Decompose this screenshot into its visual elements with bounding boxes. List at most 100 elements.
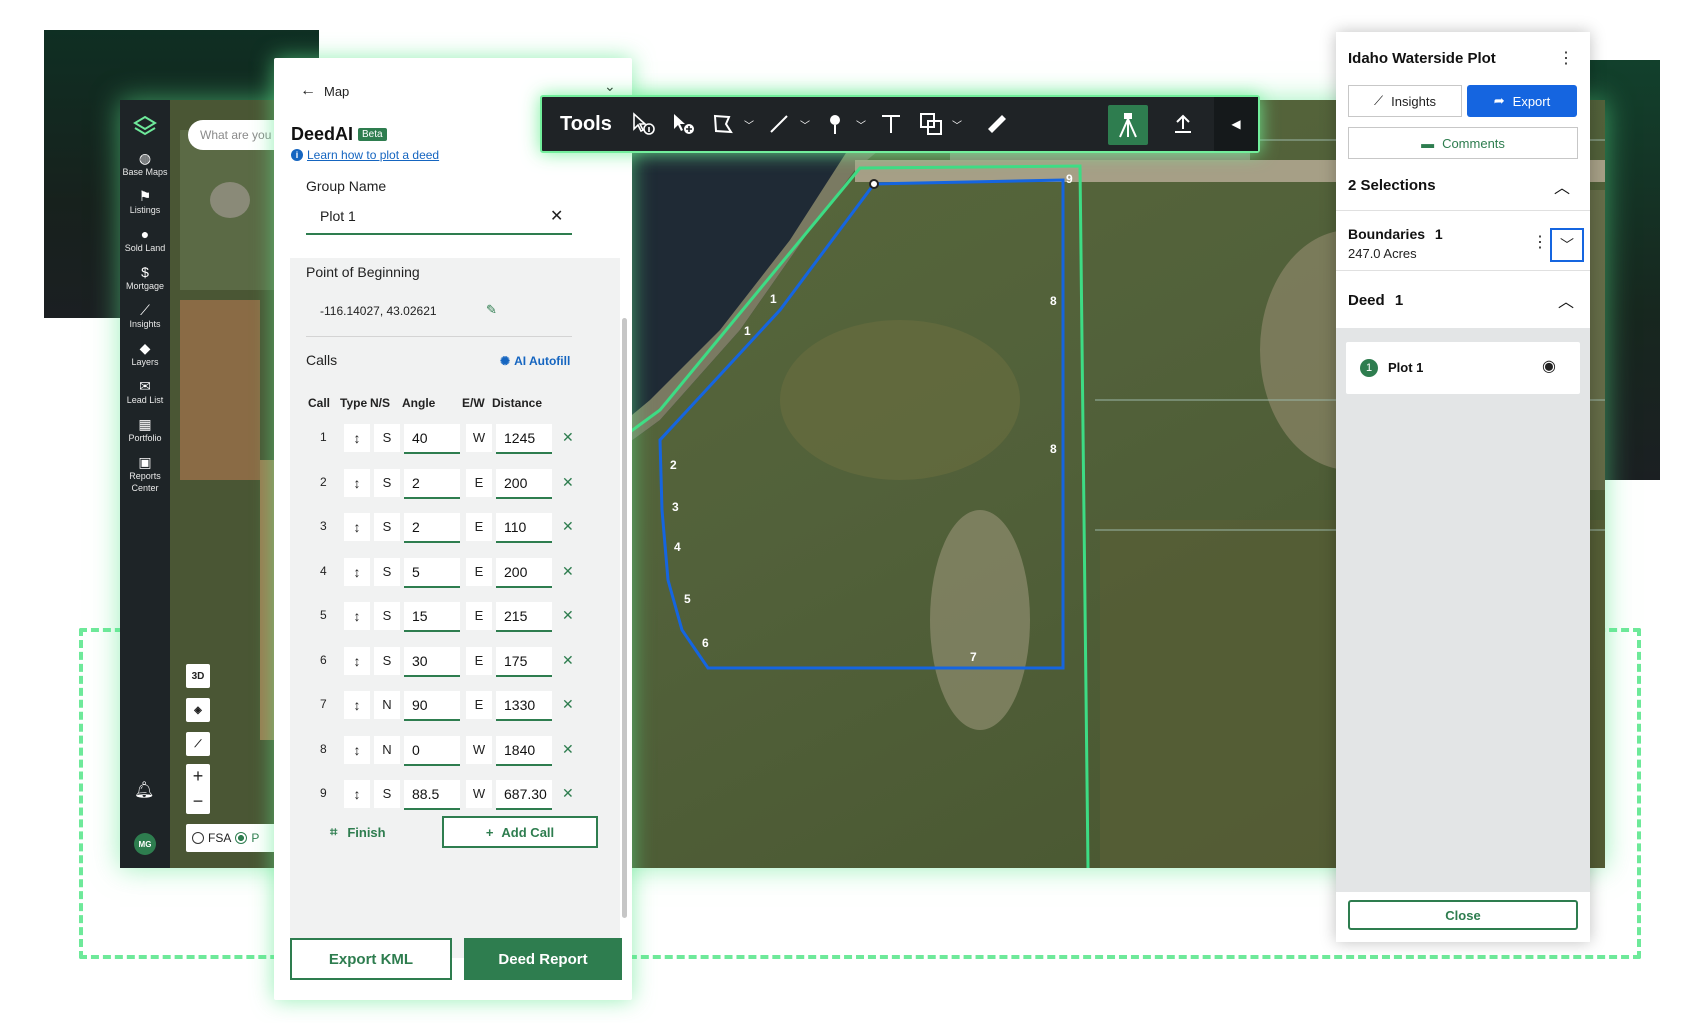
- comments-button[interactable]: ▬ Comments: [1348, 127, 1578, 159]
- delete-call-icon[interactable]: ✕: [562, 429, 574, 446]
- delete-call-icon[interactable]: ✕: [562, 696, 574, 713]
- scrollbar[interactable]: [622, 318, 627, 918]
- survey-tool[interactable]: [1113, 110, 1143, 140]
- polygon-tool[interactable]: [708, 109, 738, 139]
- sidebar-item-layers[interactable]: ◆ Layers: [120, 340, 170, 368]
- more-vertical-icon[interactable]: ⋮: [1532, 232, 1548, 252]
- angle-input[interactable]: 40: [404, 424, 460, 454]
- chevron-up-icon[interactable]: ︿: [1558, 288, 1574, 312]
- angle-input[interactable]: 2: [404, 468, 460, 499]
- select-add-tool[interactable]: [668, 109, 698, 139]
- ns-select[interactable]: S: [374, 468, 400, 497]
- delete-call-icon[interactable]: ✕: [562, 518, 574, 535]
- select-info-tool[interactable]: [628, 109, 658, 139]
- ns-select[interactable]: S: [374, 780, 400, 808]
- sidebar-item-mortgage[interactable]: $ Mortgage: [120, 264, 170, 292]
- distance-input[interactable]: 215: [496, 602, 552, 632]
- ew-select[interactable]: E: [466, 646, 492, 675]
- deed-report-button[interactable]: Deed Report: [464, 938, 622, 980]
- 3d-toggle-button[interactable]: 3D: [186, 664, 210, 688]
- call-type-toggle[interactable]: ↕: [344, 646, 370, 675]
- zoom-out-button[interactable]: −: [193, 791, 204, 812]
- call-type-toggle[interactable]: ↕: [344, 735, 370, 764]
- angle-input[interactable]: 2: [404, 513, 460, 543]
- line-tool[interactable]: [764, 109, 794, 139]
- ew-select[interactable]: W: [466, 424, 492, 452]
- ew-select[interactable]: W: [466, 735, 492, 764]
- insights-button[interactable]: ⟋ Insights: [1348, 85, 1462, 117]
- delete-call-icon[interactable]: ✕: [562, 652, 574, 669]
- more-vertical-icon[interactable]: ⋮: [1558, 48, 1574, 68]
- ew-select[interactable]: E: [466, 468, 492, 497]
- export-kml-button[interactable]: Export KML: [290, 938, 452, 980]
- sidebar-item-sold-land[interactable]: ● Sold Land: [120, 226, 170, 254]
- ew-select[interactable]: W: [466, 780, 492, 808]
- second-radio[interactable]: [235, 832, 248, 844]
- chevron-down-icon[interactable]: ⌄: [604, 78, 616, 95]
- ew-select[interactable]: E: [466, 691, 492, 719]
- back-to-map-link[interactable]: ← Map: [300, 82, 349, 100]
- layers-button[interactable]: ◈: [186, 698, 210, 722]
- ns-select[interactable]: S: [374, 424, 400, 452]
- measure-tool[interactable]: [982, 109, 1012, 139]
- group-name-input[interactable]: Plot 1: [306, 198, 572, 235]
- angle-input[interactable]: 0: [404, 735, 460, 766]
- angle-input[interactable]: 5: [404, 557, 460, 588]
- learn-link[interactable]: i Learn how to plot a deed: [291, 148, 439, 162]
- chevron-down-icon[interactable]: ﹀: [800, 117, 810, 132]
- expand-boundaries-button[interactable]: ﹀: [1550, 228, 1584, 262]
- angle-input[interactable]: 30: [404, 646, 460, 677]
- export-button[interactable]: ➦ Export: [1467, 85, 1577, 117]
- add-call-button[interactable]: + Add Call: [442, 816, 598, 848]
- sidebar-item-lead-list[interactable]: ✉ Lead List: [120, 378, 170, 406]
- angle-input[interactable]: 88.5: [404, 780, 460, 810]
- ns-select[interactable]: S: [374, 646, 400, 675]
- text-tool[interactable]: [876, 109, 906, 139]
- chevron-up-icon[interactable]: ︿: [1554, 174, 1570, 198]
- sidebar-item-insights[interactable]: ⟋ Insights: [120, 302, 170, 330]
- call-type-toggle[interactable]: ↕: [344, 513, 370, 541]
- eye-icon[interactable]: ◉: [1542, 356, 1556, 376]
- call-type-toggle[interactable]: ↕: [344, 691, 370, 719]
- zoom-in-button[interactable]: +: [193, 766, 204, 787]
- sidebar-item-portfolio[interactable]: ▦ Portfolio: [120, 416, 170, 444]
- delete-call-icon[interactable]: ✕: [562, 563, 574, 580]
- close-icon[interactable]: ✕: [550, 206, 563, 226]
- ew-select[interactable]: E: [466, 513, 492, 541]
- distance-input[interactable]: 1245: [496, 424, 552, 454]
- delete-call-icon[interactable]: ✕: [562, 785, 574, 802]
- call-type-toggle[interactable]: ↕: [344, 602, 370, 630]
- upload-tool[interactable]: [1168, 109, 1198, 139]
- distance-input[interactable]: 200: [496, 468, 552, 499]
- pencil-icon[interactable]: ✎: [486, 302, 497, 318]
- bell-icon[interactable]: 🔔︎: [134, 780, 154, 800]
- chevron-down-icon[interactable]: ﹀: [952, 117, 962, 132]
- delete-call-icon[interactable]: ✕: [562, 741, 574, 758]
- shape-tool[interactable]: [916, 109, 946, 139]
- distance-input[interactable]: 175: [496, 646, 552, 677]
- sidebar-item-base-maps[interactable]: ◍ Base Maps: [120, 150, 170, 178]
- distance-input[interactable]: 200: [496, 557, 552, 588]
- ai-autofill-button[interactable]: ✺ AI Autofill: [500, 354, 570, 368]
- distance-input[interactable]: 1330: [496, 691, 552, 721]
- ns-select[interactable]: N: [374, 691, 400, 719]
- chevron-down-icon[interactable]: ﹀: [744, 117, 754, 132]
- distance-input[interactable]: 110: [496, 513, 552, 543]
- angle-input[interactable]: 90: [404, 691, 460, 721]
- ew-select[interactable]: E: [466, 557, 492, 586]
- finish-button[interactable]: ⌗ Finish: [330, 824, 386, 840]
- call-type-toggle[interactable]: ↕: [344, 557, 370, 586]
- marker-tool[interactable]: [820, 109, 850, 139]
- close-button[interactable]: Close: [1348, 900, 1578, 930]
- ns-select[interactable]: N: [374, 735, 400, 764]
- delete-call-icon[interactable]: ✕: [562, 474, 574, 491]
- call-type-toggle[interactable]: ↕: [344, 780, 370, 808]
- insights-map-button[interactable]: ⟋: [186, 732, 210, 756]
- avatar[interactable]: MG: [134, 833, 156, 855]
- list-item[interactable]: 1 Plot 1 ◉: [1346, 342, 1580, 394]
- call-type-toggle[interactable]: ↕: [344, 468, 370, 497]
- app-logo-icon[interactable]: [132, 114, 158, 140]
- chevron-down-icon[interactable]: ﹀: [856, 117, 866, 132]
- ns-select[interactable]: S: [374, 557, 400, 586]
- ns-select[interactable]: S: [374, 513, 400, 541]
